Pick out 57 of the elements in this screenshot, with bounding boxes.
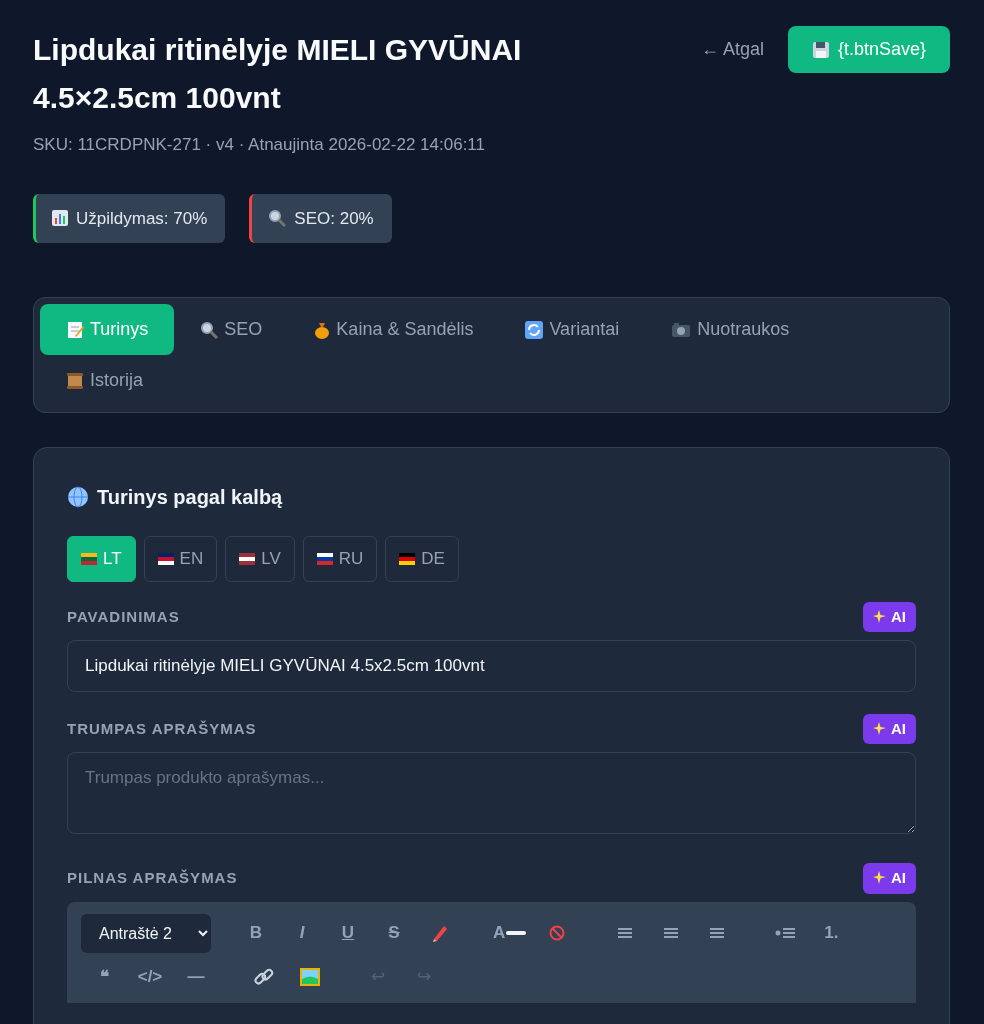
language-tab[interactable]: DE [385, 536, 459, 582]
sparkles-icon [873, 721, 887, 736]
back-link[interactable]: ← Atgal [700, 36, 764, 63]
money-bag-icon [314, 320, 331, 339]
camera-icon [671, 321, 692, 338]
tab[interactable]: SEO [174, 304, 289, 355]
language-tab[interactable]: RU [302, 536, 378, 582]
toolbar-button[interactable]: </> [127, 958, 173, 995]
field-label: TRUMPAS APRAŠYMAS [67, 718, 257, 739]
section-title: Turinys pagal kalbą [97, 485, 283, 510]
bullet-list-icon [775, 926, 796, 940]
image-icon [300, 967, 320, 986]
flag-icon [316, 552, 333, 565]
sparkles-icon [873, 609, 887, 624]
scroll-icon [66, 371, 84, 390]
ai-button[interactable]: AI [863, 713, 916, 744]
text-color-button[interactable]: A [485, 915, 535, 951]
toolbar-button[interactable]: — [173, 958, 219, 995]
toolbar-button[interactable]: B [233, 915, 279, 951]
field-label: PILNAS APRAŠYMAS [67, 868, 238, 888]
tab[interactable]: Nuotraukos [645, 304, 816, 355]
language-tab[interactable]: LV [225, 536, 295, 582]
align-icon [664, 926, 679, 940]
flag-icon [399, 552, 416, 565]
pencil-icon [431, 924, 449, 942]
language-tab[interactable]: EN [143, 536, 218, 582]
search-icon [268, 209, 287, 228]
refresh-icon [525, 320, 544, 339]
toolbar-button[interactable]: S [371, 915, 417, 951]
toolbar-button[interactable]: ❝ [81, 958, 127, 995]
search-icon [200, 320, 219, 339]
toolbar-button[interactable]: I [279, 915, 325, 951]
link-icon [254, 966, 274, 987]
ai-button[interactable]: AI [863, 863, 916, 894]
field-label: PAVADINIMAS [67, 606, 180, 627]
flag-icon [157, 552, 174, 565]
page-title: Lipdukai ritinėlyje MIELI GYVŪNAI 4.5×2.5cm 100vnt [33, 32, 523, 116]
tab[interactable]: Kaina & Sandėlis [288, 304, 500, 355]
flag-icon [239, 552, 256, 565]
memo-icon [66, 320, 84, 339]
textarea-field[interactable]: Trumpas produkto aprašymas... [67, 752, 916, 834]
product-meta: SKU: 11CRDPNK-271 · v4 · Atnaujinta 2026-02-22 14:06:11 [33, 134, 487, 156]
stat-badge: SEO: 20% [249, 193, 392, 243]
stat-badge: Užpildymas: 70% [33, 193, 226, 243]
no-entry-icon [549, 925, 566, 941]
tab[interactable]: Istorija [40, 355, 169, 406]
align-icon [618, 926, 633, 940]
bar-chart-icon [52, 210, 68, 227]
toolbar-button[interactable]: U [325, 915, 371, 951]
heading-select[interactable]: Antraštė 2 [81, 913, 211, 953]
align-icon [710, 926, 725, 940]
tab[interactable]: Variantai [499, 304, 646, 355]
text-input[interactable]: Lipdukai ritinėlyje MIELI GYVŪNAI 4.5x2.5cm 100vnt [67, 640, 916, 692]
toolbar-button[interactable]: 1. [808, 915, 855, 951]
ai-button[interactable]: AI [863, 601, 916, 632]
globe-icon [67, 486, 89, 508]
flag-icon [81, 552, 97, 565]
